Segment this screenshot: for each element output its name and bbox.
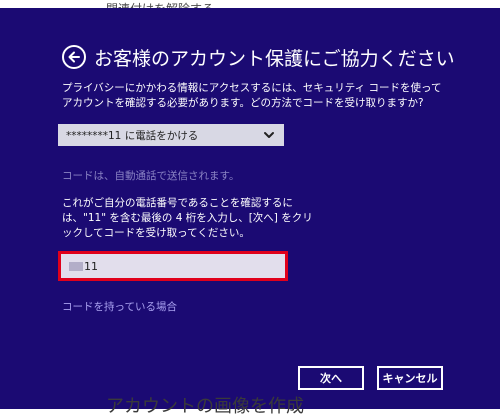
dialog-description: プライバシーにかかわる情報にアクセスするには、セキュリティ コードを使ってアカウ… <box>62 82 442 109</box>
auto-call-hint: コードは、自動通話で送信されます。 <box>62 170 240 182</box>
dialog-title: お客様のアカウント保護にご協力ください <box>94 47 455 70</box>
chevron-down-icon <box>264 132 274 138</box>
phone-digits-value: 11 <box>84 259 98 273</box>
verification-method-value: ********11 に電話をかける <box>66 129 199 142</box>
phone-confirm-instruction: これがご自分の電話番号であることを確認するには、"11" を含む最後の 4 桁を… <box>62 197 313 239</box>
have-code-link[interactable]: コードを持っている場合 <box>62 299 177 314</box>
phone-digits-input[interactable]: 11 <box>58 251 288 281</box>
back-button[interactable] <box>62 45 86 69</box>
cancel-button[interactable]: キャンセル <box>377 366 443 390</box>
verification-method-select[interactable]: ********11 に電話をかける <box>58 124 284 146</box>
background-bottom-text: アカウントの画像を作成 <box>106 396 304 417</box>
back-arrow-icon <box>68 51 80 63</box>
masked-digits <box>69 261 83 271</box>
next-button[interactable]: 次へ <box>298 366 364 390</box>
title-row: お客様のアカウント保護にご協力ください <box>62 42 455 72</box>
account-protection-dialog: お客様のアカウント保護にご協力ください プライバシーにかかわる情報にアクセスする… <box>0 8 500 409</box>
